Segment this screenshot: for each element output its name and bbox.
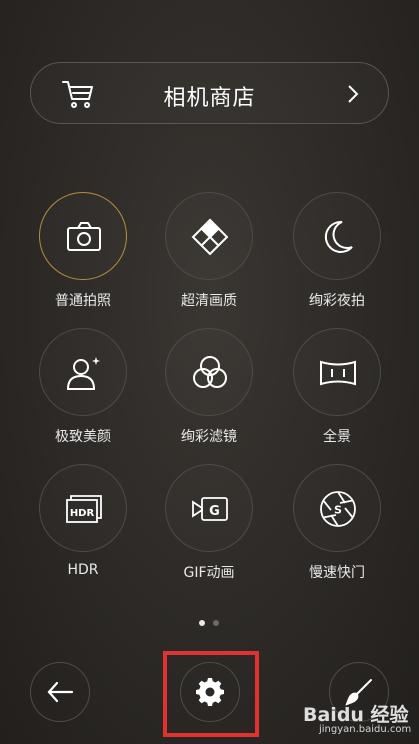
mode-circle [165,328,253,416]
back-arrow-icon [47,681,74,703]
filter-circles-icon [193,356,227,388]
panorama-icon [320,360,356,386]
mode-label: GIF动画 [183,565,235,581]
page-dot-active [199,620,205,626]
mode-circle [293,328,381,416]
mode-gif[interactable]: G GIF动画 [154,464,264,584]
mode-label: 超清画质 [181,293,237,309]
hdr-icon: HDR [66,495,102,523]
camera-icon [67,222,101,251]
highlight-box [163,651,259,737]
diamond-grid-icon [191,218,229,256]
shutter-icon: S [320,491,356,527]
mode-label: 普通拍照 [55,293,111,309]
mode-circle [165,192,253,280]
mode-beauty[interactable]: 极致美颜 [28,328,138,448]
mode-filter[interactable]: 绚彩滤镜 [154,328,264,448]
mode-circle: HDR [39,464,127,552]
gif-icon: G [192,497,228,521]
svg-text:S: S [334,504,342,517]
watermark-main: Baidu 经验 [303,704,409,726]
mode-circle: G [165,464,253,552]
back-button[interactable] [30,662,90,722]
svg-text:HDR: HDR [70,508,95,519]
svg-text:G: G [209,504,220,519]
page-indicator [199,620,223,628]
page-dot [213,620,219,626]
mode-hdr[interactable]: HDR HDR [28,464,138,584]
mode-circle: S [293,464,381,552]
mode-circle [293,192,381,280]
mode-ultra-hd[interactable]: 超清画质 [154,192,264,312]
mode-panorama[interactable]: 全景 [282,328,392,448]
mode-label: HDR [67,562,99,578]
mode-label: 极致美颜 [55,429,111,445]
store-title: 相机商店 [163,86,256,111]
mode-label: 慢速快门 [309,565,365,581]
mode-label: 绚彩夜拍 [309,293,365,309]
mode-label: 全景 [323,429,351,445]
camera-store-button[interactable]: 相机商店 [30,62,389,124]
mode-night[interactable]: 绚彩夜拍 [282,192,392,312]
watermark-sub: jingyan.baidu.com [319,724,412,735]
mode-label: 绚彩滤镜 [181,429,237,445]
mode-normal-photo[interactable]: 普通拍照 [28,192,138,312]
chevron-right-icon [348,85,359,103]
mode-circle [39,328,127,416]
mode-slow-shutter[interactable]: S 慢速快门 [282,464,392,584]
portrait-sparkle-icon [66,357,100,390]
moon-icon [324,220,353,253]
watermark: Baidu 经验 jingyan.baidu.com [297,700,412,738]
mode-circle [39,192,127,280]
